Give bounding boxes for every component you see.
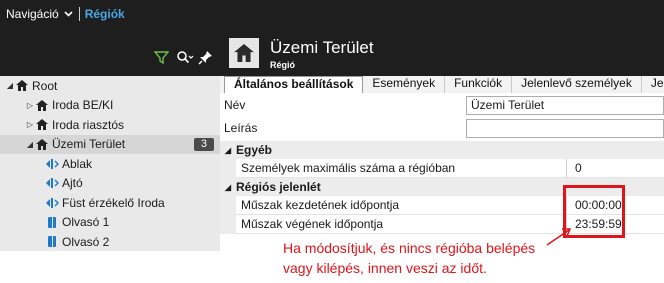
tree-item-label: Ablak [62,156,93,171]
tree-item-label: Root [32,78,58,93]
page-subtitle: Régió [270,60,296,70]
max-persons-row: Személyek maximális száma a régióban 0 [220,158,664,178]
collapse-arrow-icon[interactable]: ◢ [5,81,15,90]
name-label: Név [224,98,246,112]
tree-item-label: Üzemi Terület [52,137,126,152]
tree-item-label: Olvasó 2 [62,234,110,249]
tree-item-ajto[interactable]: Ajtó [0,174,220,194]
section-other[interactable]: ◢ Egyéb [220,141,664,159]
annotation-line-2: vagy kilépés, innen veszi az időt. [283,260,487,276]
page-title: Üzemi Terület [270,38,374,57]
tree-item-olvaso-1[interactable]: Olvasó 1 [0,213,220,233]
tree-item-olvaso-2[interactable]: Olvasó 2 [0,232,220,252]
home-icon [15,79,29,92]
tab-events[interactable]: Események [363,76,446,93]
reader-icon [45,235,59,248]
tree-item-iroda-be-ki[interactable]: ▷ Iroda BE/KI [0,96,220,116]
description-row: Leírás [220,118,664,138]
tree-item-label: Ajtó [62,176,83,191]
tree-toolbar [0,28,220,76]
description-label: Leírás [224,121,258,135]
pin-icon[interactable] [198,50,214,66]
tree-item-label: Iroda BE/KI [52,98,114,113]
navigation-label: Navigáció [6,7,59,21]
tree-item-ablak[interactable]: Ablak [0,154,220,174]
top-nav-bar: Navigáció Régiók [0,0,664,28]
home-icon [35,138,49,151]
tree-item-label: Iroda riasztós [52,117,125,132]
home-icon [229,38,259,68]
filter-icon[interactable] [153,50,170,66]
region-tree: ◢ Root ▷ Iroda BE/KI ▷ Iroda riasztós ◢ … [0,76,220,251]
tree-item-label: Olvasó 1 [62,215,110,230]
tree-item-root[interactable]: ◢ Root [0,76,220,96]
door-icon [45,177,59,190]
annotation-line-1: Ha módosítjuk, és nincs régióba belépés [283,240,536,256]
door-icon [45,157,59,170]
reader-icon [45,216,59,229]
section-title: Régiós jelenlét [236,180,321,194]
collapse-arrow-icon[interactable]: ◢ [220,146,236,155]
door-icon [45,196,59,209]
max-persons-label: Személyek maximális száma a régióban [241,161,456,175]
shift-start-label: Műszak kezdetének időpontja [241,198,400,212]
tree-item-iroda-riasztos[interactable]: ▷ Iroda riasztós [0,115,220,135]
tab-attendance[interactable]: Jelenlét [642,76,664,93]
max-persons-value[interactable]: 0 [575,161,582,175]
tree-item-label: Füst érzékelő Iroda [62,195,165,210]
tree-item-fust-erzekelo[interactable]: Füst érzékelő Iroda [0,193,220,213]
home-icon [35,99,49,112]
tab-present-persons[interactable]: Jelenlevő személyek [512,76,642,93]
collapse-arrow-icon[interactable]: ◢ [25,140,35,149]
annotation-text: Ha módosítjuk, és nincs régióba belépés … [283,238,563,278]
tab-general-settings[interactable]: Általános beállítások [224,76,364,93]
tab-functions[interactable]: Funkciók [445,76,513,93]
section-title: Egyéb [236,143,273,157]
navigation-menu[interactable]: Navigáció [6,7,73,21]
collapse-arrow-icon[interactable]: ◢ [220,183,236,192]
tree-item-uzemi-terulet[interactable]: ◢ Üzemi Terület 3 [0,134,220,154]
expand-arrow-icon[interactable]: ▷ [25,101,35,110]
expand-arrow-icon[interactable]: ▷ [25,120,35,129]
chevron-down-icon [64,9,73,20]
name-field[interactable]: Üzemi Terület [466,95,664,115]
name-row: Név Üzemi Terület [220,95,664,115]
count-badge: 3 [193,137,214,151]
breadcrumb-separator [78,7,80,21]
description-field[interactable] [466,118,664,138]
detail-header: Üzemi Terület Régió [220,28,664,76]
tab-bar: Általános beállítások Események Funkciók… [220,76,664,93]
home-icon [35,118,49,131]
breadcrumb-regions[interactable]: Régiók [85,7,125,21]
search-icon[interactable] [176,50,194,66]
shift-end-label: Műszak végének időpontja [241,217,384,231]
